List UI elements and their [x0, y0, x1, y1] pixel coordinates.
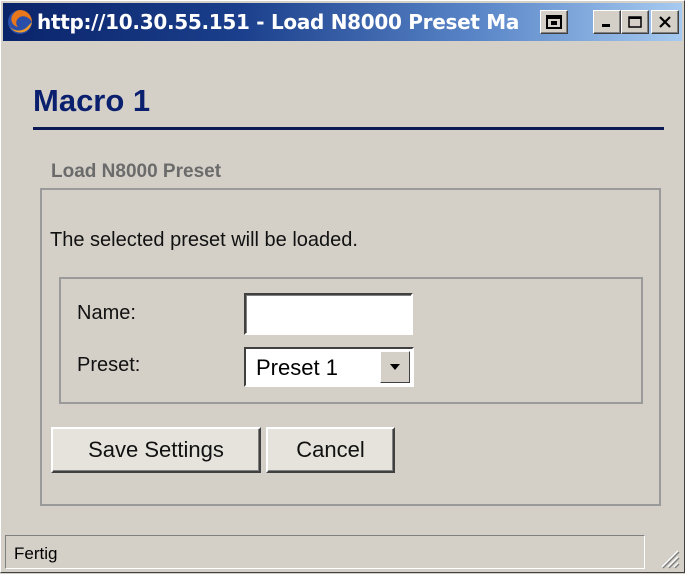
preset-label: Preset:: [77, 354, 141, 376]
name-input[interactable]: [244, 293, 413, 335]
browser-popup-window: http://10.30.55.151 - Load N8000 Preset …: [0, 0, 685, 573]
minimize-icon[interactable]: [593, 10, 621, 34]
section-title: Load N8000 Preset: [51, 161, 222, 182]
heading-divider: [33, 127, 664, 130]
popout-icon[interactable]: [540, 10, 568, 34]
cancel-button[interactable]: Cancel: [266, 427, 395, 473]
window-title: http://10.30.55.151 - Load N8000 Preset …: [37, 10, 520, 34]
status-text: Fertig: [14, 544, 58, 563]
page-title: Macro 1: [33, 83, 151, 118]
firefox-icon: [7, 9, 33, 35]
close-icon[interactable]: [651, 10, 679, 34]
name-label: Name:: [77, 302, 136, 324]
resize-grip-icon[interactable]: [656, 545, 680, 569]
status-bar: Fertig: [3, 533, 682, 571]
description-text: The selected preset will be loaded.: [50, 229, 358, 251]
chevron-down-icon[interactable]: [380, 351, 410, 383]
title-bar[interactable]: http://10.30.55.151 - Load N8000 Preset …: [3, 3, 682, 41]
maximize-icon[interactable]: [621, 10, 649, 34]
preset-selected-value: Preset 1: [256, 355, 338, 380]
status-panel: Fertig: [5, 535, 645, 569]
preset-select[interactable]: Preset 1: [244, 347, 414, 387]
save-settings-button[interactable]: Save Settings: [51, 427, 261, 473]
